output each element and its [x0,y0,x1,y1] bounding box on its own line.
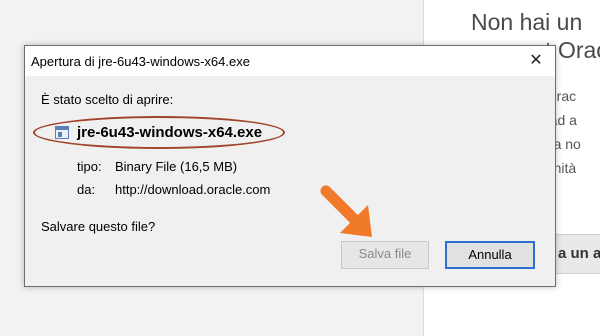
executable-file-icon [55,126,69,139]
close-button[interactable]: ✕ [521,48,551,74]
dialog-titlebar[interactable]: Apertura di jre-6u43-windows-x64.exe ✕ [25,46,555,76]
download-dialog: Apertura di jre-6u43-windows-x64.exe ✕ È… [24,45,556,287]
type-value: Binary File (16,5 MB) [115,159,238,174]
arrow-annotation-icon [320,185,372,237]
save-question: Salvare questo file? [41,219,156,234]
type-label: tipo: [77,159,102,174]
source-label: da: [77,182,96,197]
cancel-button[interactable]: Annulla [445,241,535,269]
dialog-title: Apertura di jre-6u43-windows-x64.exe [31,54,250,69]
save-file-button[interactable]: Salva file [341,241,429,269]
file-name: jre-6u43-windows-x64.exe [77,124,263,141]
dialog-prompt: È stato scelto di aprire: [41,92,174,107]
background-heading-line-1: Non hai un [471,9,583,35]
source-value: http://download.oracle.com [115,182,271,197]
dialog-body: È stato scelto di aprire: jre-6u43-windo… [25,76,555,286]
close-icon: ✕ [529,52,543,69]
